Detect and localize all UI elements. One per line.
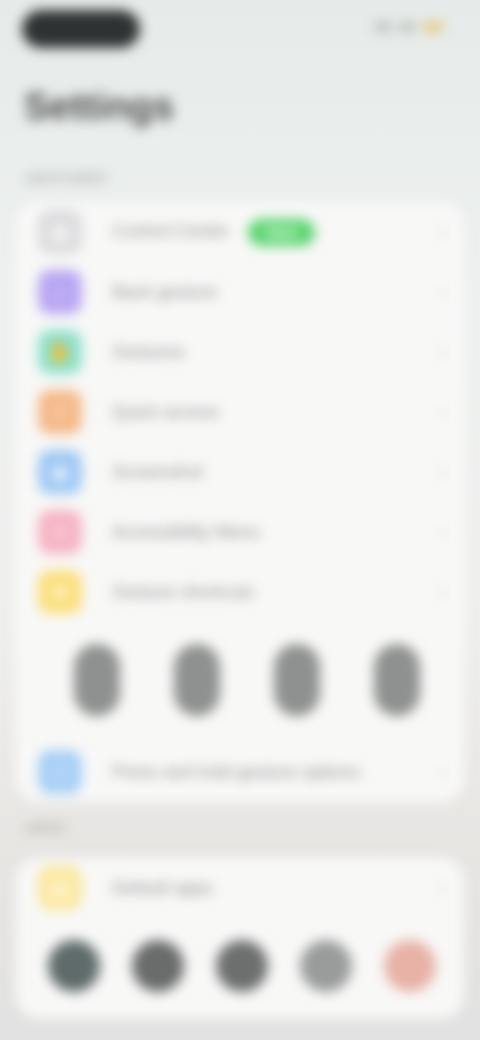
- new-badge: New: [248, 218, 315, 246]
- app-icon-2[interactable]: [132, 940, 184, 992]
- grid-icon: ▤: [38, 866, 82, 910]
- gestures-card: ▦ Control Center New › ← Back gesture › …: [16, 202, 464, 802]
- row-quick-access[interactable]: ⚡ Quick access ›: [16, 382, 464, 442]
- camera-icon: ◉: [38, 450, 82, 494]
- chevron-right-icon: ›: [439, 760, 446, 783]
- gesture-previews: [16, 622, 464, 742]
- row-label: Back gesture: [112, 281, 218, 302]
- apps-card: ▤ Default apps ›: [16, 858, 464, 1018]
- hand-icon: ✋: [38, 330, 82, 374]
- row-gestures[interactable]: ✋ Gestures ›: [16, 322, 464, 382]
- chevron-right-icon: ›: [439, 460, 446, 483]
- row-accessibility-menu[interactable]: ☺ Accessibility Menu ›: [16, 502, 464, 562]
- page-title: Settings: [24, 86, 174, 128]
- row-gesture-shortcuts[interactable]: ★ Gesture shortcuts ›: [16, 562, 464, 622]
- finger-icon: ☝: [38, 750, 82, 794]
- accessibility-icon: ☺: [38, 510, 82, 554]
- gesture-preview-4[interactable]: [374, 644, 420, 716]
- gesture-preview-3[interactable]: [274, 644, 320, 716]
- battery-icon: [422, 22, 444, 32]
- app-icon-1[interactable]: [48, 940, 100, 992]
- arrow-left-icon: ←: [38, 270, 82, 314]
- status-time-pill: [22, 10, 140, 48]
- row-label: Accessibility Menu: [112, 521, 261, 542]
- chevron-right-icon: ›: [439, 400, 446, 423]
- row-label: Default apps: [112, 877, 214, 898]
- bolt-icon: ⚡: [38, 390, 82, 434]
- row-label: Gesture shortcuts: [112, 581, 255, 602]
- chevron-right-icon: ›: [439, 220, 446, 243]
- chevron-right-icon: ›: [439, 280, 446, 303]
- chevron-right-icon: ›: [439, 876, 446, 899]
- row-label: Quick access: [112, 401, 220, 422]
- row-label: Control Center: [112, 220, 230, 241]
- row-back-gesture[interactable]: ← Back gesture ›: [16, 262, 464, 322]
- section-header-gestures: Gestures: [26, 170, 108, 186]
- row-screenshot[interactable]: ◉ Screenshot ›: [16, 442, 464, 502]
- star-icon: ★: [38, 570, 82, 614]
- row-control-center[interactable]: ▦ Control Center New ›: [16, 202, 464, 262]
- row-default-apps[interactable]: ▤ Default apps ›: [16, 858, 464, 918]
- toggles-icon: ▦: [38, 210, 82, 254]
- section-header-apps: Apps: [26, 820, 66, 836]
- gesture-preview-2[interactable]: [174, 644, 220, 716]
- chevron-right-icon: ›: [439, 520, 446, 543]
- chevron-right-icon: ›: [439, 580, 446, 603]
- wifi-icon: [398, 22, 416, 32]
- chevron-right-icon: ›: [439, 340, 446, 363]
- row-label: Press and hold gesture options: [112, 761, 361, 782]
- app-icon-3[interactable]: [216, 940, 268, 992]
- app-icon-5[interactable]: [384, 940, 436, 992]
- signal-icon: [374, 22, 392, 32]
- row-press-and-hold[interactable]: ☝ Press and hold gesture options ›: [16, 742, 464, 802]
- app-icons-row: [16, 918, 464, 1018]
- status-icons: [374, 22, 444, 32]
- row-label: Screenshot: [112, 461, 204, 482]
- app-icon-4[interactable]: [300, 940, 352, 992]
- gesture-preview-1[interactable]: [74, 644, 120, 716]
- row-label: Gestures: [112, 341, 186, 362]
